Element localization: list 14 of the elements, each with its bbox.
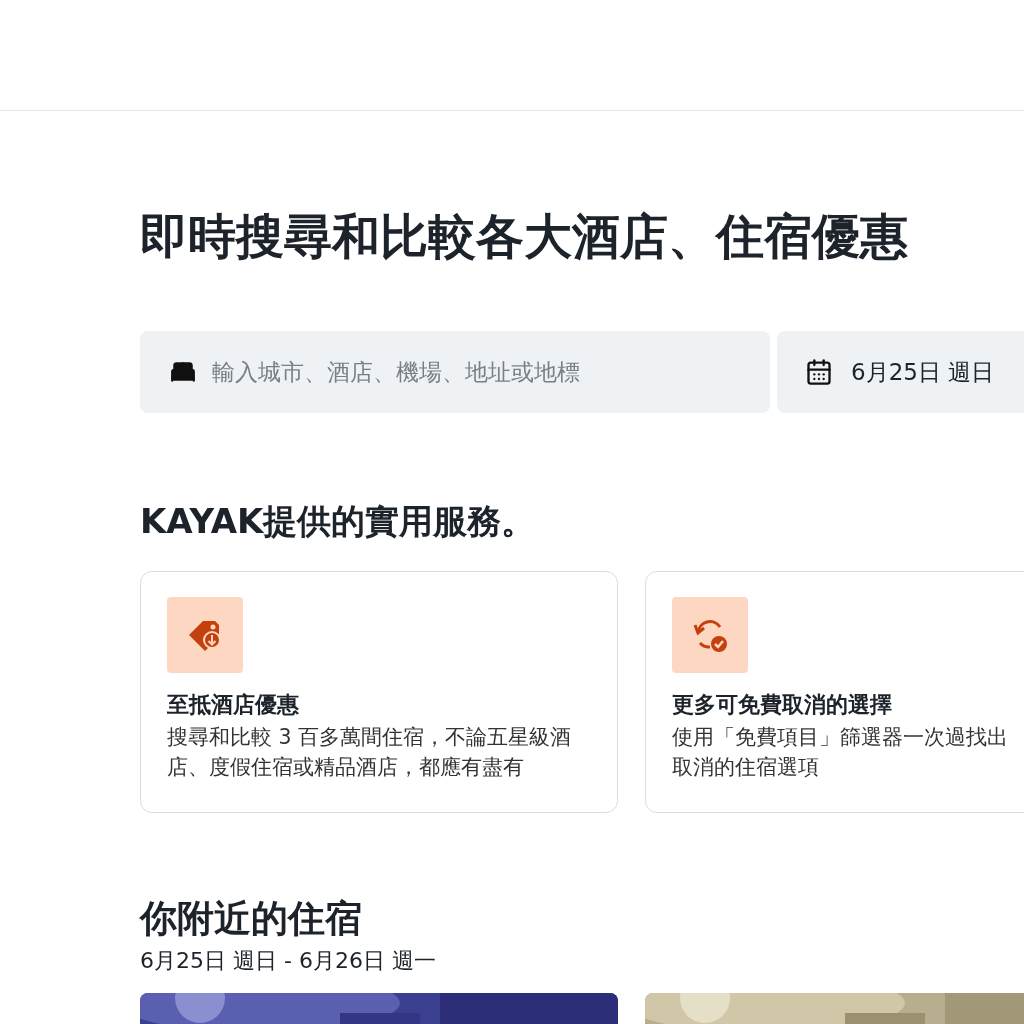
card-title: 至抵酒店優惠 [167, 691, 300, 719]
card-description: 搜尋和比較 3 百多萬間住宿，不論五星級酒 店、度假住宿或精品酒店，都應有盡有 [167, 724, 573, 781]
card-title: 更多可免費取消的選擇 [672, 691, 893, 719]
destination-field[interactable]: 輸入城市、酒店、機場、地址或地標 [140, 331, 770, 413]
card-description: 使用「免費項目」篩選器一次過找出 取消的住宿選項 [672, 724, 1009, 781]
bed-icon [170, 359, 196, 385]
section-heading: KAYAK提供的實用服務。 [140, 500, 537, 543]
section-heading: 你附近的住宿 [140, 896, 363, 942]
date-text: 6月25日 週日 [851, 357, 995, 387]
page-title: 即時搜尋和比較各大酒店、住宿優惠 [140, 207, 909, 266]
destination-input[interactable]: 輸入城市、酒店、機場、地址或地標 [212, 354, 740, 390]
date-field[interactable]: 6月25日 週日 [777, 331, 1024, 413]
date-range: 6月25日 週日 - 6月26日 週一 [140, 947, 437, 975]
calendar-icon [805, 358, 833, 386]
